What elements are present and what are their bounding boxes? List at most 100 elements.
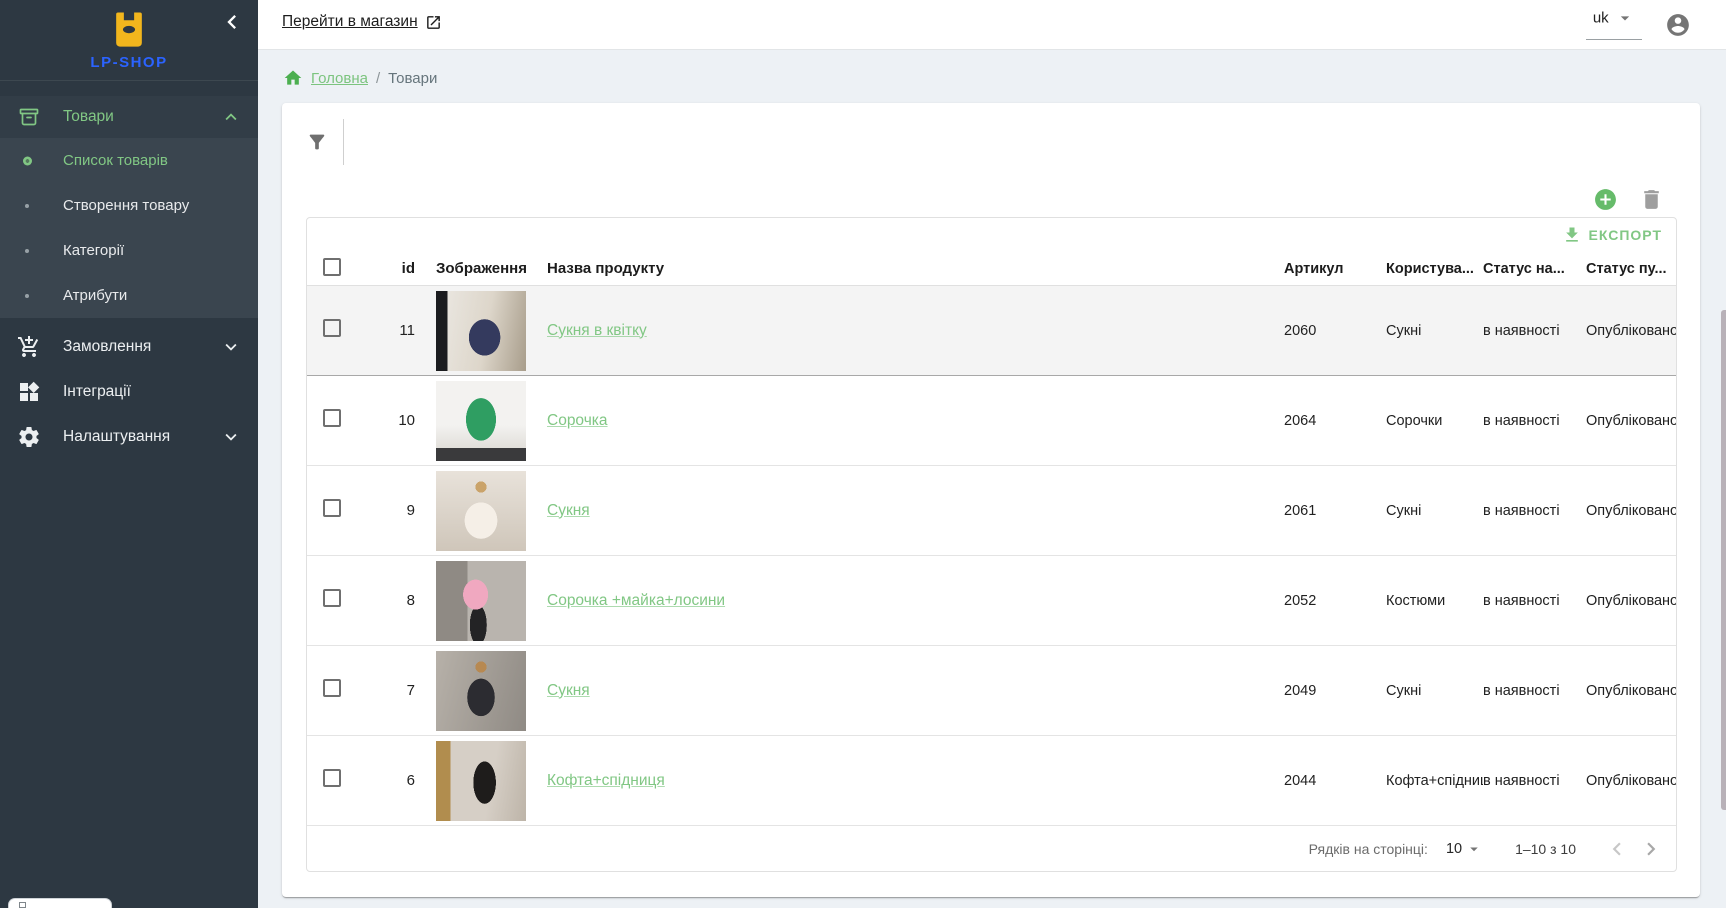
table-row: 9 Сукня 2061 Сукні в наявності Опубліков…	[307, 466, 1676, 556]
pagination-range: 1–10 з 10	[1515, 841, 1576, 857]
widgets-icon	[17, 380, 41, 404]
account-menu-button[interactable]	[1665, 12, 1691, 38]
cell-publish-status: Опубліковано	[1586, 323, 1676, 339]
sidebar-item-categories[interactable]: Категорії	[0, 228, 258, 273]
sidebar-item-label: Створення товару	[63, 197, 189, 214]
export-button[interactable]: ЕКСПОРТ	[307, 218, 1676, 252]
cell-sku: 2060	[1284, 323, 1386, 339]
language-select[interactable]: uk	[1586, 8, 1642, 40]
sidebar-item-product-list[interactable]: Список товарів	[0, 138, 258, 183]
caret-down-icon	[1465, 840, 1483, 858]
column-header-publish: Статус пу...	[1586, 261, 1676, 277]
row-checkbox[interactable]	[323, 409, 341, 427]
go-to-shop-link[interactable]: Перейти в магазин	[282, 13, 442, 31]
sidebar-item-settings[interactable]: Налаштування	[0, 414, 258, 459]
breadcrumb-current: Товари	[388, 70, 437, 87]
cell-id: 6	[369, 772, 415, 789]
column-header-stock: Статус на...	[1483, 261, 1586, 277]
cell-publish-status: Опубліковано	[1586, 773, 1676, 789]
account-icon	[1665, 12, 1691, 38]
scrollbar-thumb[interactable]	[1721, 310, 1726, 810]
products-box-icon	[17, 105, 41, 129]
cell-stock-status: в наявності	[1483, 593, 1586, 609]
add-product-button[interactable]	[1593, 187, 1618, 212]
table-row: 7 Сукня 2049 Сукні в наявності Опубліков…	[307, 646, 1676, 736]
row-checkbox[interactable]	[323, 769, 341, 787]
column-header-sku: Артикул	[1284, 261, 1386, 277]
sidebar-item-label: Список товарів	[63, 152, 168, 169]
main-content: Головна / Товари Е	[258, 50, 1726, 908]
product-name-link[interactable]: Сукня	[547, 682, 590, 699]
divider	[343, 119, 344, 165]
row-checkbox[interactable]	[323, 589, 341, 607]
cell-id: 9	[369, 502, 415, 519]
sidebar-root-items: Замовлення Інтеграції Налаштування	[0, 324, 258, 459]
breadcrumb: Головна / Товари	[283, 65, 437, 91]
sidebar-item-products[interactable]: Товари	[0, 96, 258, 138]
rows-per-page-value: 10	[1446, 841, 1462, 857]
product-name-link[interactable]: Кофта+спідниця	[547, 772, 665, 789]
shop-bag-icon	[107, 7, 151, 51]
breadcrumb-home-link[interactable]: Головна	[311, 70, 368, 87]
rows-per-page-select[interactable]: 10	[1446, 840, 1483, 858]
cell-sku: 2052	[1284, 593, 1386, 609]
logo-text: LP-SHOP	[0, 54, 258, 71]
card-toolbar	[282, 181, 1700, 217]
cell-sku: 2061	[1284, 503, 1386, 519]
sidebar-item-label: Замовлення	[63, 338, 151, 356]
product-image	[436, 561, 526, 641]
cell-sku: 2064	[1284, 413, 1386, 429]
product-image	[436, 381, 526, 461]
chevron-up-icon	[220, 106, 242, 128]
pagination-nav	[1604, 836, 1664, 862]
download-icon	[1562, 225, 1582, 245]
cell-category: Сукні	[1386, 503, 1483, 519]
sidebar-item-label: Інтеграції	[63, 383, 131, 401]
sidebar-item-label: Товари	[63, 108, 114, 126]
cell-publish-status: Опубліковано	[1586, 413, 1676, 429]
table-row: 11 Сукня в квітку 2060 Сукні в наявності…	[307, 286, 1676, 376]
sidebar-collapse-button[interactable]	[218, 8, 246, 36]
product-name-link[interactable]: Сукня	[547, 502, 590, 519]
chevron-down-icon	[220, 426, 242, 448]
row-checkbox[interactable]	[323, 499, 341, 517]
cell-id: 11	[369, 322, 415, 339]
cell-sku: 2049	[1284, 683, 1386, 699]
delete-selected-button[interactable]	[1639, 187, 1664, 212]
cell-sku: 2044	[1284, 773, 1386, 789]
cell-stock-status: в наявності	[1483, 323, 1586, 339]
product-name-link[interactable]: Сорочка	[547, 412, 608, 429]
cart-plus-icon	[17, 335, 41, 359]
sidebar-item-attributes[interactable]: Атрибути	[0, 273, 258, 318]
bullet-icon	[25, 294, 29, 298]
cell-stock-status: в наявності	[1483, 683, 1586, 699]
row-checkbox[interactable]	[323, 679, 341, 697]
caret-down-icon	[1615, 8, 1635, 28]
pagination: Рядків на сторінці: 10 1–10 з 10	[307, 826, 1676, 871]
sidebar-item-integrations[interactable]: Інтеграції	[0, 369, 258, 414]
products-table: ЕКСПОРТ id Зображення Назва продукту Арт…	[306, 217, 1677, 872]
home-icon	[283, 68, 303, 88]
trash-icon	[1639, 187, 1664, 212]
cell-id: 8	[369, 592, 415, 609]
filter-icon[interactable]	[306, 131, 328, 153]
go-to-shop-label: Перейти в магазин	[282, 13, 418, 31]
language-value: uk	[1593, 10, 1609, 27]
cell-publish-status: Опубліковано	[1586, 593, 1676, 609]
next-page-button[interactable]	[1638, 836, 1664, 862]
gear-icon	[17, 425, 41, 449]
product-image	[436, 741, 526, 821]
row-checkbox[interactable]	[323, 319, 341, 337]
table-header-row: id Зображення Назва продукту Артикул Кор…	[307, 252, 1676, 286]
sidebar-item-create-product[interactable]: Створення товару	[0, 183, 258, 228]
cell-category: Сукні	[1386, 323, 1483, 339]
bullet-icon	[23, 156, 32, 165]
product-name-link[interactable]: Сукня в квітку	[547, 322, 647, 339]
cell-stock-status: в наявності	[1483, 503, 1586, 519]
select-all-checkbox[interactable]	[323, 258, 341, 276]
previous-page-button[interactable]	[1604, 836, 1630, 862]
column-header-name: Назва продукту	[547, 260, 1284, 277]
sidebar-item-orders[interactable]: Замовлення	[0, 324, 258, 369]
product-name-link[interactable]: Сорочка +майка+лосини	[547, 592, 725, 609]
breadcrumb-separator: /	[376, 70, 380, 87]
